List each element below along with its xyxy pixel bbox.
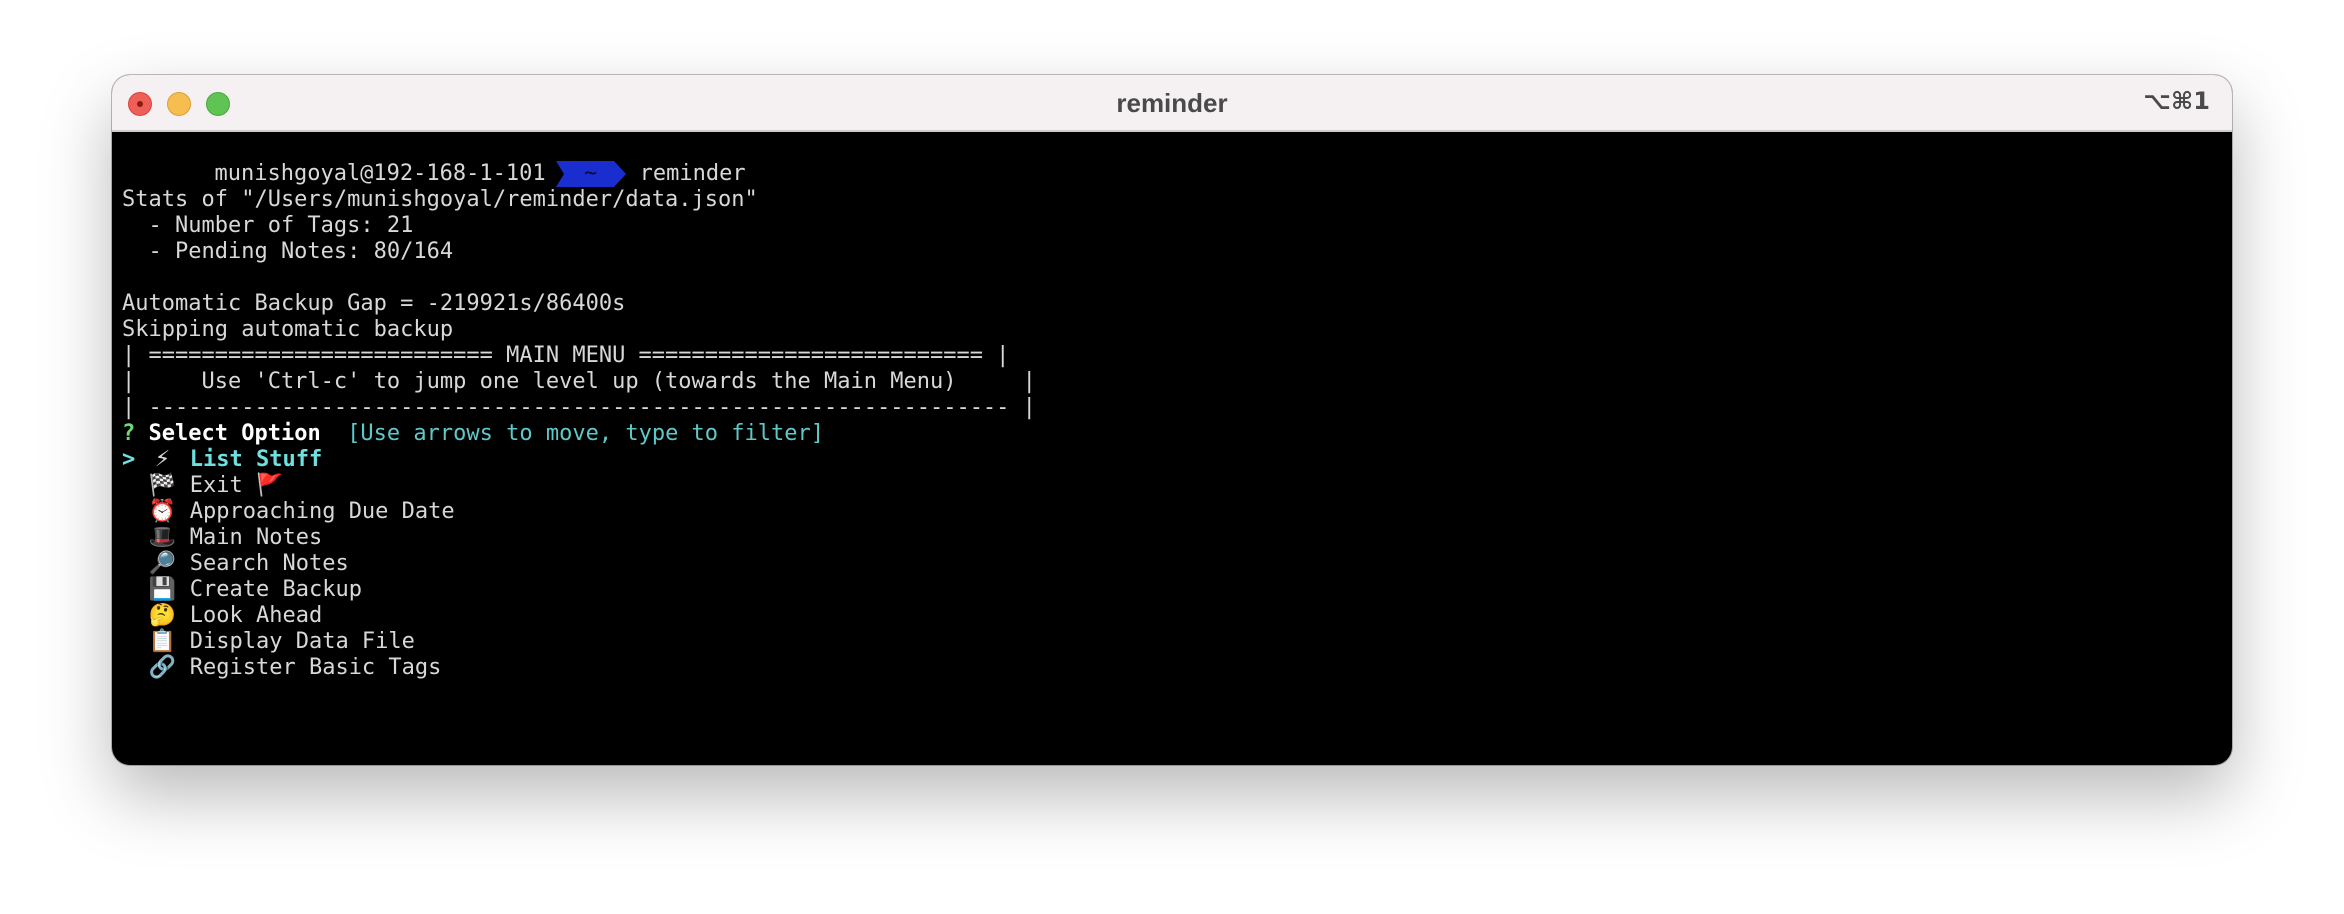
menu-item[interactable]: > ⚡ List Stuff xyxy=(122,447,2232,473)
menu-item-label: Main Notes xyxy=(189,525,323,550)
menu-cursor xyxy=(122,525,135,550)
prompt-dir: ~ xyxy=(584,161,598,186)
menu-item[interactable]: 🏁 Exit 🚩 xyxy=(122,473,2232,499)
menu-item-label: Exit xyxy=(189,473,243,498)
alarm-clock-icon: ⏰ xyxy=(148,499,177,524)
menu-item-label: Register Basic Tags xyxy=(189,655,442,680)
prompt-dir-segment: ~ xyxy=(555,161,626,187)
terminal-output[interactable]: munishgoyal@192-168-1-101 ~ reminder Stats… xyxy=(122,132,2232,765)
menu-item[interactable]: 📋 Display Data File xyxy=(122,629,2232,655)
stats-tags: - Number of Tags: 21 xyxy=(122,213,414,238)
prompt-user-host: munishgoyal@192-168-1-101 xyxy=(214,161,546,186)
menu-item[interactable]: 🤔 Look Ahead xyxy=(122,603,2232,629)
question-hint: [Use arrows to move, type to filter] xyxy=(347,421,825,446)
menu-item-label: Approaching Due Date xyxy=(189,499,455,524)
menu-item[interactable]: 🎩 Main Notes xyxy=(122,525,2232,551)
menu-cursor xyxy=(122,499,135,524)
menu-item-label: Look Ahead xyxy=(189,603,323,628)
terminal-window: reminder ⌥⌘1 munishgoyal@192-168-1-101 ~ r… xyxy=(112,75,2232,765)
link-icon: 🔗 xyxy=(148,655,177,680)
menu-item-label: Display Data File xyxy=(189,629,415,654)
menu-item-label: List Stuff xyxy=(189,447,323,472)
menu-item[interactable]: 💾 Create Backup xyxy=(122,577,2232,603)
menu-item[interactable]: 🔎 Search Notes xyxy=(122,551,2232,577)
menu-cursor xyxy=(122,577,135,602)
menu-cursor xyxy=(122,473,135,498)
menu-banner-top: | ========================== MAIN MENU =… xyxy=(122,343,1010,368)
question-mark: ? xyxy=(122,421,136,446)
prompt-command: reminder xyxy=(639,161,746,186)
clipboard-icon: 📋 xyxy=(148,629,177,654)
menu-cursor xyxy=(122,629,135,654)
title-bar[interactable]: reminder ⌥⌘1 xyxy=(112,75,2232,132)
question-label: Select Option xyxy=(148,421,321,446)
select-question: ? Select Option [Use arrows to move, typ… xyxy=(122,421,2232,447)
red-flag-icon: 🚩 xyxy=(256,473,284,498)
window-title: reminder xyxy=(1116,88,1228,118)
menu-list: > ⚡ List Stuff 🏁 Exit 🚩 ⏰ Approaching Du… xyxy=(122,447,2232,681)
tab-shortcut-label: ⌥⌘1 xyxy=(2143,87,2210,115)
backup-gap: Automatic Backup Gap = -219921s/86400s xyxy=(122,291,626,316)
lightning-icon: ⚡ xyxy=(154,447,171,472)
shell-prompt: munishgoyal@192-168-1-101 ~ reminder xyxy=(122,135,2232,187)
menu-item-label: Create Backup xyxy=(189,577,362,602)
checkered-flag-icon: 🏁 xyxy=(148,473,177,498)
menu-item[interactable]: ⏰ Approaching Due Date xyxy=(122,499,2232,525)
menu-cursor xyxy=(122,551,135,576)
menu-item[interactable]: 🔗 Register Basic Tags xyxy=(122,655,2232,681)
thinking-face-icon: 🤔 xyxy=(148,603,177,628)
backup-skip: Skipping automatic backup xyxy=(122,317,454,342)
menu-item-label: Search Notes xyxy=(189,551,349,576)
menu-cursor: > xyxy=(122,447,136,472)
menu-cursor xyxy=(122,655,135,680)
magnifier-icon: 🔎 xyxy=(148,551,177,576)
menu-banner-hint: | Use 'Ctrl-c' to jump one level up (tow… xyxy=(122,369,1036,394)
menu-cursor xyxy=(122,603,135,628)
stats-header: Stats of "/Users/munishgoyal/reminder/da… xyxy=(122,187,758,212)
stats-pending: - Pending Notes: 80/164 xyxy=(122,239,454,264)
floppy-disk-icon: 💾 xyxy=(148,577,177,602)
menu-banner-bottom: | --------------------------------------… xyxy=(122,395,1036,420)
top-hat-icon: 🎩 xyxy=(148,525,177,550)
